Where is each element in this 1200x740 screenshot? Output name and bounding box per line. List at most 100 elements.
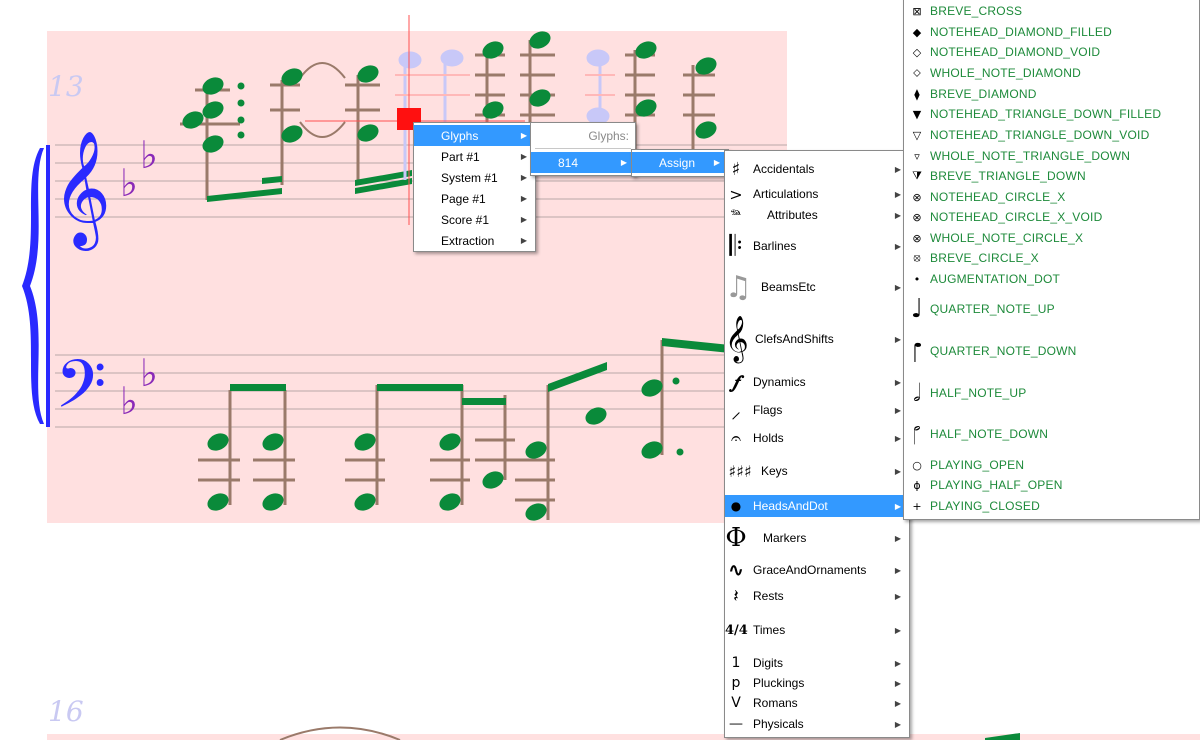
- shape-label: BREVE_CROSS: [930, 4, 1023, 18]
- menu-item-physicals[interactable]: — Physicals ▶: [725, 714, 909, 734]
- quarter-note-down-icon: ♩: [910, 336, 924, 366]
- submenu-arrow-icon: ▶: [894, 501, 901, 511]
- shape-item[interactable]: ▼ NOTEHEAD_TRIANGLE_DOWN_FILLED: [904, 104, 1199, 124]
- menu-item-814[interactable]: 814 ▶: [531, 152, 635, 173]
- whole-triangle-down-icon: ▿: [914, 149, 920, 163]
- menu-item-keys[interactable]: ♯♯♯ Keys ▶: [725, 453, 909, 489]
- menu-item-times[interactable]: 4/4 Times ▶: [725, 613, 909, 647]
- shape-item[interactable]: ♩ QUARTER_NOTE_DOWN: [904, 331, 1199, 371]
- shape-item[interactable]: ♩ QUARTER_NOTE_UP: [904, 289, 1199, 329]
- menu-item-label: Attributes: [767, 208, 818, 222]
- shape-item[interactable]: 𝅗𝅥 HALF_NOTE_UP: [904, 373, 1199, 413]
- menu-item-headsanddot[interactable]: ● HeadsAndDot ▶: [725, 495, 909, 517]
- menu-item-beamsetc[interactable]: ♫ BeamsEtc ▶: [725, 266, 909, 308]
- glyphs-submenu: Glyphs: 814 ▶: [530, 122, 636, 176]
- shape-item[interactable]: ⬦ WHOLE_NOTE_DIAMOND: [904, 63, 1199, 83]
- time-signature-icon: 4/4: [725, 622, 748, 638]
- menu-item-part[interactable]: Part #1 ▶: [414, 146, 535, 167]
- shape-item[interactable]: ⊗ WHOLE_NOTE_CIRCLE_X: [904, 228, 1199, 248]
- menu-item-glyphs[interactable]: Glyphs ▶: [414, 125, 535, 146]
- shape-item[interactable]: ▽ NOTEHEAD_TRIANGLE_DOWN_VOID: [904, 125, 1199, 145]
- submenu-arrow-icon: ▶: [713, 158, 720, 167]
- shape-item[interactable]: ◇ NOTEHEAD_DIAMOND_VOID: [904, 42, 1199, 62]
- forte-icon: 𝆑: [733, 371, 739, 393]
- submenu-arrow-icon: ▶: [894, 189, 901, 199]
- menu-item-label: 814: [558, 155, 579, 170]
- menu-item-extraction[interactable]: Extraction ▶: [414, 230, 535, 251]
- diamond-void-icon: ◇: [912, 45, 922, 59]
- shape-label: NOTEHEAD_DIAMOND_VOID: [930, 45, 1101, 59]
- menu-item-label: Assign: [659, 155, 696, 170]
- menu-item-score[interactable]: Score #1 ▶: [414, 209, 535, 230]
- shape-item[interactable]: ⊗ NOTEHEAD_CIRCLE_X_VOID: [904, 207, 1199, 227]
- breve-diamond-icon: ⧫: [914, 87, 920, 101]
- shape-label: BREVE_CIRCLE_X: [930, 251, 1039, 265]
- svg-text:♭: ♭: [140, 133, 158, 177]
- shape-item[interactable]: ○ PLAYING_OPEN: [904, 455, 1199, 475]
- shape-item[interactable]: ⧩ BREVE_TRIANGLE_DOWN: [904, 166, 1199, 186]
- menu-item-romans[interactable]: V Romans ▶: [725, 693, 909, 713]
- shape-item[interactable]: + PLAYING_CLOSED: [904, 496, 1199, 516]
- system-background-2: [47, 734, 1200, 740]
- shape-item[interactable]: ▿ WHOLE_NOTE_TRIANGLE_DOWN: [904, 146, 1199, 166]
- shape-label: HALF_NOTE_DOWN: [930, 427, 1049, 441]
- menu-item-label: System #1: [441, 170, 498, 185]
- menu-item-accidentals[interactable]: ♯ Accidentals ▶: [725, 157, 909, 181]
- menu-item-flags[interactable]: ⸝ Flags ▶: [725, 396, 909, 424]
- menu-item-barlines[interactable]: 𝄆 Barlines ▶: [725, 229, 909, 263]
- submenu-arrow-icon: ▶: [894, 334, 901, 344]
- accent-icon: >: [729, 184, 743, 204]
- shape-label: QUARTER_NOTE_DOWN: [930, 344, 1077, 358]
- measure-number-2: 16: [48, 695, 84, 728]
- menu-item-label: Dynamics: [753, 375, 806, 389]
- shape-label: NOTEHEAD_TRIANGLE_DOWN_FILLED: [930, 107, 1162, 121]
- shape-label: NOTEHEAD_CIRCLE_X_VOID: [930, 210, 1103, 224]
- shape-item[interactable]: • AUGMENTATION_DOT: [904, 269, 1199, 289]
- half-note-down-icon: 𝅗𝅥: [913, 420, 921, 448]
- shape-item[interactable]: ◆ NOTEHEAD_DIAMOND_FILLED: [904, 22, 1199, 42]
- submenu-arrow-icon: ▶: [894, 698, 901, 708]
- svg-text:♭: ♭: [140, 351, 158, 395]
- shape-item[interactable]: ⧫ BREVE_DIAMOND: [904, 84, 1199, 104]
- menu-item-digits[interactable]: 1 Digits ▶: [725, 653, 909, 673]
- menu-item-page[interactable]: Page #1 ▶: [414, 188, 535, 209]
- menu-item-dynamics[interactable]: 𝆑 Dynamics ▶: [725, 370, 909, 394]
- shape-label: AUGMENTATION_DOT: [930, 272, 1061, 286]
- shape-label: PLAYING_HALF_OPEN: [930, 478, 1063, 492]
- menu-item-label: BeamsEtc: [761, 280, 816, 294]
- menu-item-system[interactable]: System #1 ▶: [414, 167, 535, 188]
- menu-item-label: ClefsAndShifts: [755, 332, 834, 346]
- shape-label: WHOLE_NOTE_TRIANGLE_DOWN: [930, 149, 1131, 163]
- submenu-arrow-icon: ▶: [520, 173, 527, 182]
- menu-item-pluckings[interactable]: p Pluckings ▶: [725, 673, 909, 693]
- menu-item-assign[interactable]: Assign ▶: [632, 152, 728, 173]
- menu-item-markers[interactable]: Φ Markers ▶: [725, 521, 909, 555]
- menu-item-rests[interactable]: 𝄽 Rests ▶: [725, 584, 909, 608]
- half-note-up-icon: 𝅗𝅥: [913, 379, 921, 407]
- line-icon: —: [729, 716, 743, 732]
- context-menu: Glyphs ▶ Part #1 ▶ System #1 ▶ Page #1 ▶…: [413, 122, 536, 252]
- menu-item-clefsandshifts[interactable]: 𝄞 ClefsAndShifts ▶: [725, 311, 909, 367]
- triangle-down-filled-icon: ▼: [912, 107, 922, 121]
- augmentation-dot-icon: •: [913, 272, 921, 286]
- menu-item-articulations[interactable]: > Articulations ▶: [725, 183, 909, 205]
- menu-item-label: Markers: [763, 531, 807, 545]
- headsanddot-submenu: ⊠ BREVE_CROSS ◆ NOTEHEAD_DIAMOND_FILLED ◇ N…: [903, 0, 1200, 520]
- menu-header: Glyphs:: [531, 125, 635, 146]
- svg-text:♭: ♭: [120, 379, 138, 423]
- submenu-arrow-icon: ▶: [894, 433, 901, 443]
- menu-item-holds[interactable]: 𝄐 Holds ▶: [725, 426, 909, 450]
- shape-item[interactable]: ⦻ BREVE_CIRCLE_X: [904, 248, 1199, 268]
- submenu-arrow-icon: ▶: [894, 210, 901, 220]
- breve-circle-x-icon: ⦻: [913, 251, 921, 264]
- shape-item[interactable]: ⊠ BREVE_CROSS: [904, 1, 1199, 21]
- menu-item-attributes[interactable]: 𝆮 Attributes ▶: [725, 204, 909, 226]
- shape-item[interactable]: ⊗ NOTEHEAD_CIRCLE_X: [904, 187, 1199, 207]
- shape-item[interactable]: ɸ PLAYING_HALF_OPEN: [904, 475, 1199, 495]
- coda-icon: Φ: [725, 523, 747, 553]
- menu-item-graceandornaments[interactable]: ∿ GraceAndOrnaments ▶: [725, 559, 909, 581]
- breve-cross-icon: ⊠: [912, 4, 922, 18]
- whole-circle-x-icon: ⊗: [912, 231, 922, 245]
- key-signature-icon: ♯♯♯: [728, 461, 752, 481]
- shape-item[interactable]: 𝅗𝅥 HALF_NOTE_DOWN: [904, 414, 1199, 454]
